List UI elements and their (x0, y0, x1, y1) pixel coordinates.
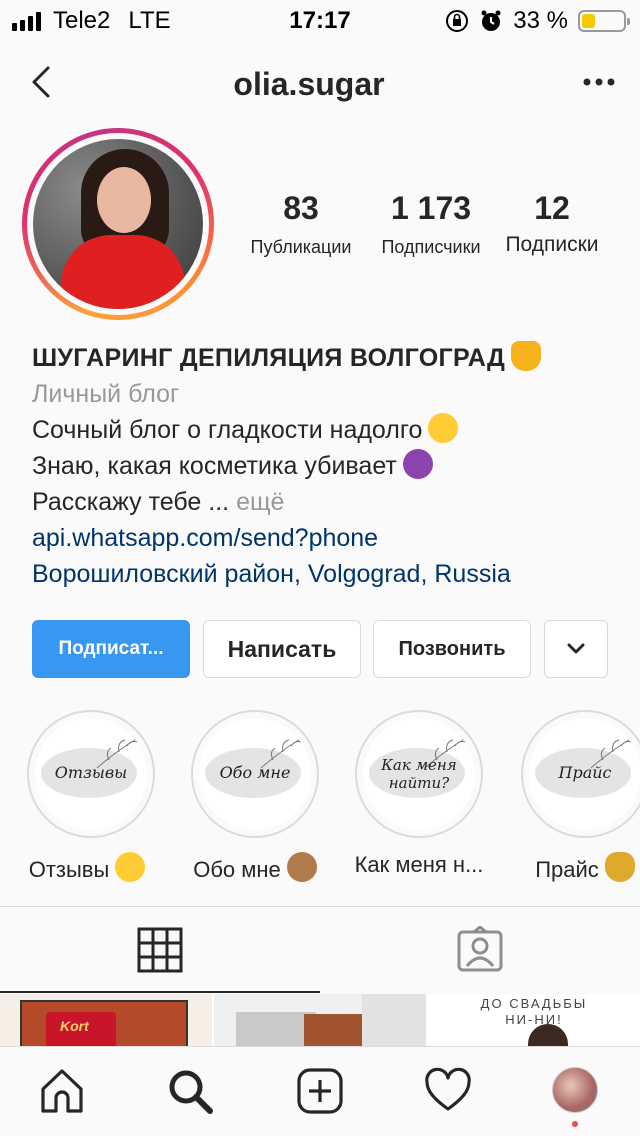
search-icon[interactable] (166, 1067, 214, 1115)
highlight-cover-text: Отзывы (54, 763, 128, 782)
avatar (33, 139, 203, 309)
highlight-label: Как меня н... (354, 852, 484, 877)
heart-eyes-emoji-icon (115, 852, 146, 882)
profile-header: olia.sugar (0, 50, 640, 116)
followers-count-value: 1 173 (390, 190, 472, 226)
bio-line-1: Сочный блог о гладкости надолго (32, 416, 423, 444)
following-count-label: Подписки (505, 233, 599, 256)
bottom-navigation (0, 1046, 640, 1136)
tab-grid[interactable] (0, 907, 320, 993)
following-count[interactable]: 12 Подписки (496, 190, 608, 257)
highlight-label: Обо мне (193, 857, 281, 882)
profile-name: ШУГАРИНГ ДЕПИЛЯЦИЯ ВОЛГОГРАД (32, 344, 506, 372)
grid-icon (137, 927, 183, 973)
thumbnail-caption: ДО СВАДЬБЫ НИ-НИ! (480, 996, 588, 1027)
followers-count[interactable]: 1 173 Подписчики (368, 190, 494, 258)
smirk-emoji-icon (428, 413, 459, 443)
bio-line-2: Знаю, какая косметика убивает (32, 452, 397, 480)
bio-location-link[interactable]: Ворошиловский район, Volgograd, Russia (32, 556, 622, 592)
tab-tagged[interactable] (320, 907, 640, 993)
tagged-person-icon (457, 926, 503, 972)
profile-bio: ШУГАРИНГ ДЕПИЛЯЦИЯ ВОЛГОГРАД Личный блог… (32, 340, 622, 592)
call-button[interactable]: Позвонить (373, 620, 531, 678)
posts-grid: Kort ДО СВАДЬБЫ НИ-НИ! (0, 994, 640, 1046)
post-thumbnail[interactable]: Kort (0, 994, 212, 1046)
profile-actions: Подписат... Написать Позвонить (32, 620, 610, 678)
money-bag-emoji-icon (604, 852, 635, 882)
profile-stats: 83 Публикации 1 173 Подписчики 12 Подпис… (240, 190, 620, 270)
battery-percent: 33 % (513, 7, 568, 34)
highlight-label: Прайс (535, 857, 599, 882)
chevron-down-icon (567, 643, 585, 654)
bio-more-link[interactable]: ещё (236, 488, 284, 516)
honey-pot-emoji-icon (511, 341, 542, 371)
post-thumbnail[interactable] (214, 994, 426, 1046)
active-tab-indicator (0, 991, 320, 993)
profile-avatar[interactable] (552, 1067, 600, 1127)
highlight-label: Отзывы (28, 857, 110, 882)
posts-count[interactable]: 83 Публикации (240, 190, 362, 258)
notification-dot (572, 1121, 578, 1127)
more-dots-icon[interactable] (582, 72, 616, 92)
battery-icon (578, 10, 630, 32)
suggestions-dropdown-button[interactable] (544, 620, 608, 678)
follow-button[interactable]: Подписат... (32, 620, 190, 678)
followers-count-label: Подписчики (381, 237, 481, 257)
bio-line-3: Расскажу тебе ... (32, 488, 230, 516)
add-post-icon[interactable] (296, 1067, 344, 1115)
see-no-evil-monkey-emoji-icon (286, 852, 317, 882)
username-title: olia.sugar (233, 66, 385, 102)
thumbnail-brand-text: Kort (60, 1018, 89, 1034)
message-button[interactable]: Написать (203, 620, 361, 678)
alarm-icon (481, 10, 501, 31)
heart-icon[interactable] (424, 1067, 472, 1115)
following-count-value: 12 (534, 190, 570, 226)
devil-emoji-icon (402, 449, 433, 479)
post-thumbnail[interactable]: ДО СВАДЬБЫ НИ-НИ! (428, 994, 640, 1046)
highlight-cover-text: Обо мне (219, 763, 291, 782)
story-highlights: Отзывы Отзывы Обо мне Обо мне Как меня на… (0, 710, 640, 883)
story-ring[interactable] (22, 128, 214, 320)
highlight-reviews[interactable]: Отзывы Отзывы (26, 710, 156, 883)
posts-count-value: 83 (283, 190, 319, 226)
profile-tabs (0, 907, 640, 993)
highlight-price[interactable]: Прайс Прайс (520, 710, 640, 883)
highlight-cover-text: Прайс (558, 763, 612, 782)
posts-count-label: Публикации (250, 237, 352, 257)
orientation-lock-icon (446, 10, 469, 32)
profile-category: Личный блог (32, 380, 180, 408)
bio-website-link[interactable]: api.whatsapp.com/send?phone (32, 520, 622, 556)
status-bar: Tele2 LTE 17:17 33 % (0, 0, 640, 40)
highlight-cover-text: Как меня найти? (381, 756, 457, 792)
highlight-how-to-find-me[interactable]: Как меня найти? Как меня н... (354, 710, 484, 878)
home-icon[interactable] (38, 1067, 86, 1115)
highlight-about-me[interactable]: Обо мне Обо мне (190, 710, 320, 883)
